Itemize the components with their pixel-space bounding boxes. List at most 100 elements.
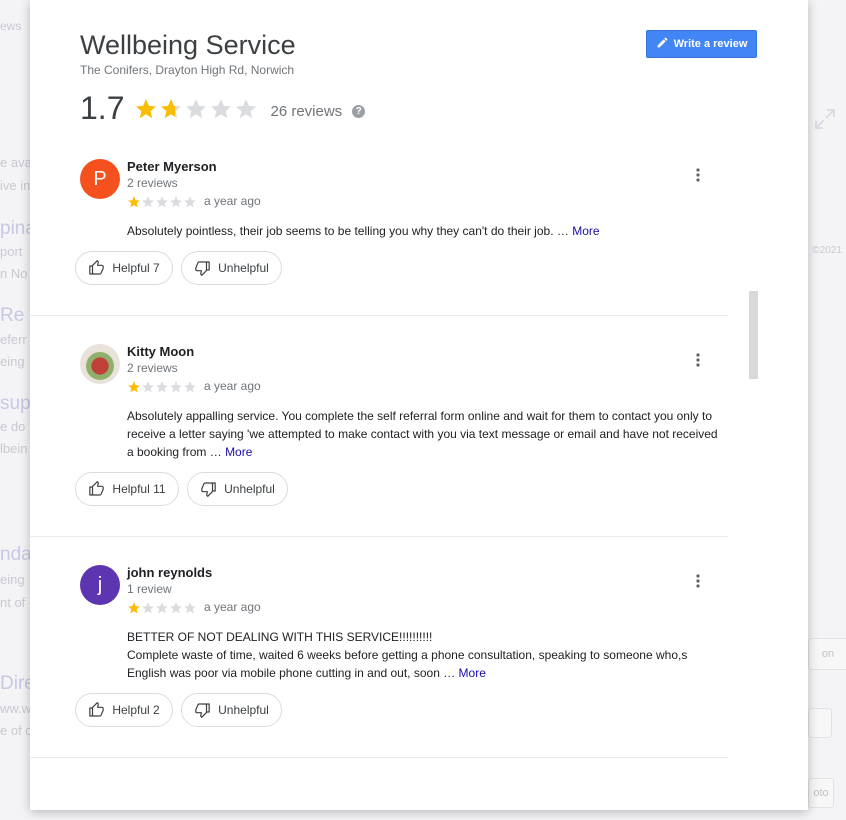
bg-fragment: e of c xyxy=(0,723,32,738)
more-link[interactable]: More xyxy=(225,445,252,459)
divider xyxy=(30,757,728,758)
bg-fragment: port xyxy=(0,244,23,259)
bg-copyright: ©2021 xyxy=(812,245,842,256)
star-icon xyxy=(156,196,168,208)
helpful-button[interactable]: Helpful 2 xyxy=(75,693,173,727)
bg-fragment: n No xyxy=(0,266,28,281)
review-stars xyxy=(127,195,197,209)
divider xyxy=(30,536,728,537)
unhelpful-button[interactable]: Unhelpful xyxy=(187,472,288,506)
star-icon xyxy=(186,98,207,118)
review-item: P Peter Myerson 2 reviews a year ago Abs… xyxy=(75,159,727,289)
star-icon xyxy=(211,98,232,118)
review-ellipsis: … xyxy=(553,224,573,238)
review-time: a year ago xyxy=(204,379,261,393)
helpful-label: Helpful 2 xyxy=(112,703,160,717)
helpful-button[interactable]: Helpful 7 xyxy=(75,251,173,285)
rating-summary: 1.7 26 reviews ? xyxy=(80,90,366,127)
review-stars xyxy=(127,601,197,615)
help-icon[interactable]: ? xyxy=(352,105,366,118)
avatar[interactable]: P xyxy=(80,159,120,199)
star-icon xyxy=(156,602,168,614)
review-menu-button[interactable] xyxy=(688,348,708,372)
review-time: a year ago xyxy=(204,194,261,208)
unhelpful-label: Unhelpful xyxy=(224,482,275,496)
unhelpful-button[interactable]: Unhelpful xyxy=(181,693,282,727)
more-link[interactable]: More xyxy=(572,224,599,238)
star-icon xyxy=(161,98,182,118)
bg-button: oto xyxy=(808,778,834,808)
review-menu-button[interactable] xyxy=(688,163,708,187)
thumbs-down-icon xyxy=(195,703,210,718)
reviewer-review-count: 1 review xyxy=(127,582,172,596)
star-icon xyxy=(142,196,154,208)
review-item: j john reynolds 1 review a year ago BETT… xyxy=(75,565,727,735)
bg-fragment: Re xyxy=(0,305,25,326)
more-vert-icon xyxy=(696,574,700,588)
bg-fragment: eing xyxy=(0,572,25,587)
bg-fragment: nda xyxy=(0,544,32,565)
reviewer-name[interactable]: john reynolds xyxy=(127,565,212,580)
write-review-label: Write a review xyxy=(673,38,748,50)
review-count-link[interactable]: 26 reviews xyxy=(270,103,342,120)
reviewer-review-count: 2 reviews xyxy=(127,176,178,190)
bg-fragment: lbein xyxy=(0,441,28,456)
thumbs-up-icon xyxy=(89,481,105,496)
unhelpful-button[interactable]: Unhelpful xyxy=(181,251,282,285)
bg-fragment: ews xyxy=(0,19,22,33)
review-text: BETTER OF NOT DEALING WITH THIS SERVICE!… xyxy=(127,628,727,682)
star-icon xyxy=(156,381,168,393)
place-title: Wellbeing Service xyxy=(80,30,296,60)
review-ellipsis: … xyxy=(206,445,226,459)
star-icon xyxy=(170,196,182,208)
star-icon xyxy=(128,196,140,208)
avatar[interactable]: j xyxy=(80,565,120,605)
thumbs-down-icon xyxy=(201,482,216,497)
avatar[interactable] xyxy=(80,344,120,384)
bg-fragment: nt of xyxy=(0,595,26,610)
review-body: Complete waste of time, waited 6 weeks b… xyxy=(127,648,688,680)
star-icon xyxy=(128,381,140,393)
bg-fragment: ive in xyxy=(0,178,31,193)
reviewer-name[interactable]: Kitty Moon xyxy=(127,344,194,359)
more-vert-icon xyxy=(696,168,700,182)
reviews-dialog: Wellbeing Service The Conifers, Drayton … xyxy=(30,0,808,810)
review-time: a year ago xyxy=(204,600,261,614)
bg-fragment: e do xyxy=(0,419,26,434)
review-text: Absolutely pointless, their job seems to… xyxy=(127,222,727,240)
unhelpful-label: Unhelpful xyxy=(218,703,269,717)
review-first-line: BETTER OF NOT DEALING WITH THIS SERVICE!… xyxy=(127,630,433,644)
bg-fragment: e ava xyxy=(0,155,32,170)
reviewer-name[interactable]: Peter Myerson xyxy=(127,159,217,174)
star-icon xyxy=(142,602,154,614)
star-icon xyxy=(236,98,257,118)
divider xyxy=(30,315,728,316)
review-text: Absolutely appalling service. You comple… xyxy=(127,407,727,461)
thumbs-down-icon xyxy=(195,261,210,276)
star-icon xyxy=(170,602,182,614)
star-icon xyxy=(136,98,157,118)
review-ellipsis: … xyxy=(439,666,459,680)
thumbs-up-icon xyxy=(89,702,105,717)
reviewer-review-count: 2 reviews xyxy=(127,361,178,375)
place-address: The Conifers, Drayton High Rd, Norwich xyxy=(80,63,295,77)
bg-fragment: eferr xyxy=(0,332,27,347)
more-link[interactable]: More xyxy=(459,666,486,680)
bg-fragment: ww.w xyxy=(0,701,32,716)
review-body: Absolutely pointless, their job seems to… xyxy=(127,224,554,238)
write-review-button[interactable]: Write a review xyxy=(646,30,757,58)
helpful-button[interactable]: Helpful 11 xyxy=(75,472,179,506)
review-stars xyxy=(127,380,197,394)
scrollbar-thumb[interactable] xyxy=(749,291,758,379)
bg-button xyxy=(808,708,832,738)
rating-stars xyxy=(134,97,258,121)
star-icon xyxy=(142,381,154,393)
star-icon xyxy=(128,602,140,614)
star-icon xyxy=(170,381,182,393)
review-item: Kitty Moon 2 reviews a year ago Absolute… xyxy=(75,344,727,514)
star-icon xyxy=(184,196,196,208)
unhelpful-label: Unhelpful xyxy=(218,261,269,275)
bg-fragment: eing xyxy=(0,354,25,369)
star-icon xyxy=(184,381,196,393)
review-menu-button[interactable] xyxy=(688,569,708,593)
